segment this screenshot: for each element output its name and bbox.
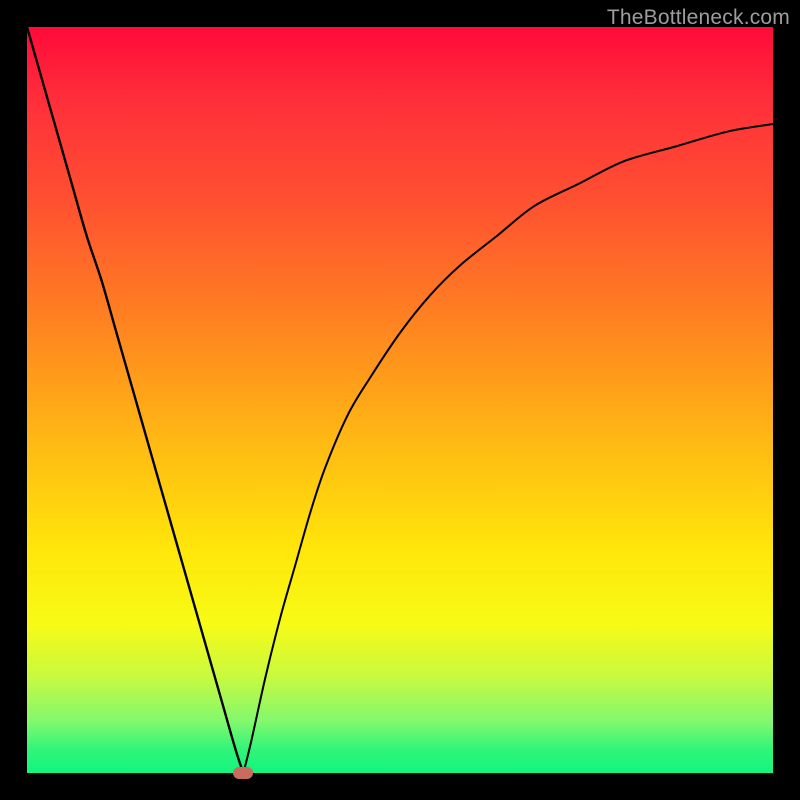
curve-right-path	[243, 124, 773, 773]
vertex-marker	[233, 767, 253, 779]
stage: TheBottleneck.com	[0, 0, 800, 800]
chart-plot-area	[27, 27, 773, 773]
curve-left-path	[27, 27, 243, 773]
chart-curve-svg	[27, 27, 773, 773]
